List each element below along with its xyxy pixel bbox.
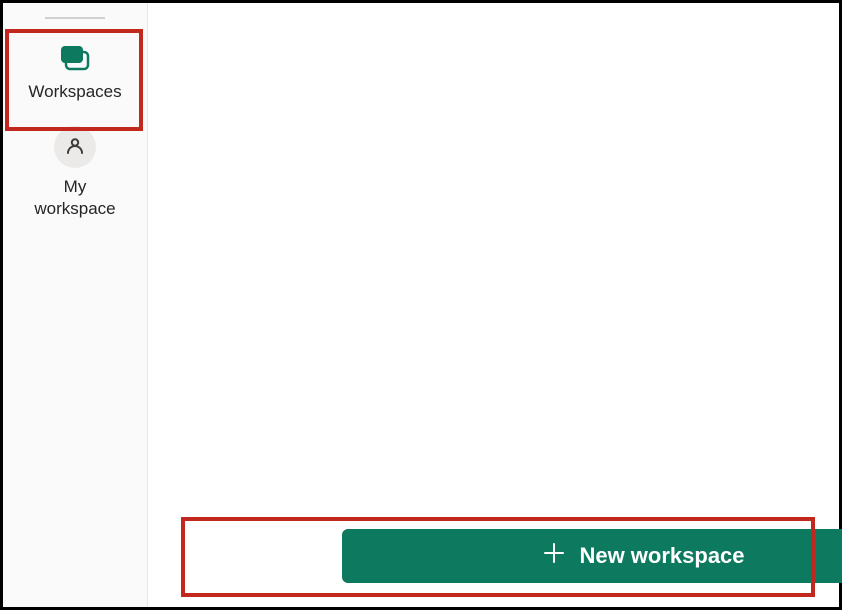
app-frame: Workspaces My workspace New workspace xyxy=(0,0,842,610)
new-workspace-button[interactable]: New workspace xyxy=(342,529,842,583)
nav-workspaces-label: Workspaces xyxy=(28,81,121,102)
person-icon xyxy=(54,126,96,168)
sidebar: Workspaces My workspace xyxy=(3,3,148,607)
main-content: New workspace xyxy=(148,3,839,607)
sidebar-divider xyxy=(45,17,105,19)
nav-workspaces[interactable]: Workspaces xyxy=(3,33,147,116)
nav-my-workspace-label: My workspace xyxy=(34,176,115,219)
new-workspace-label: New workspace xyxy=(579,543,744,569)
nav-my-workspace[interactable]: My workspace xyxy=(3,116,147,233)
workspaces-icon xyxy=(57,43,93,73)
plus-icon xyxy=(543,542,565,570)
